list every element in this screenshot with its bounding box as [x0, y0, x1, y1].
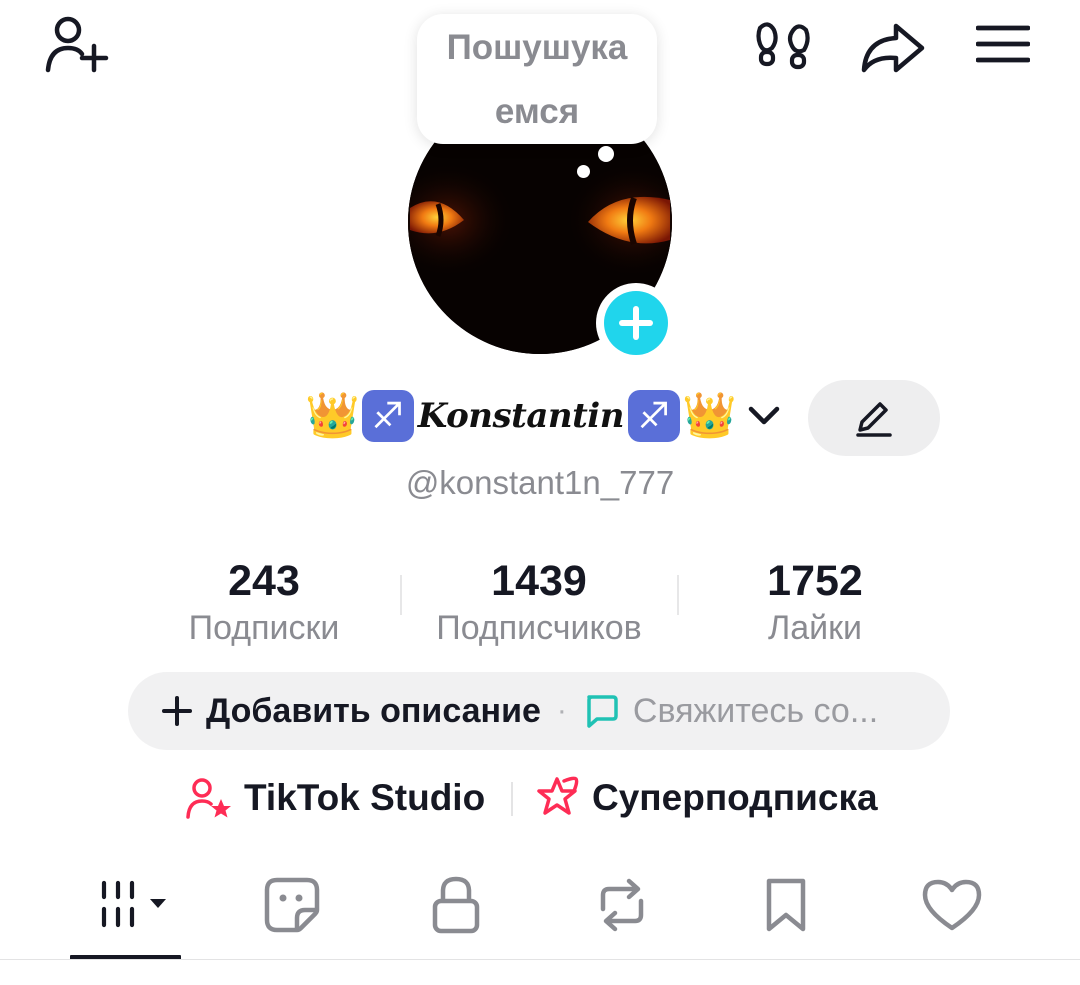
share-arrow-icon: [861, 23, 925, 73]
add-bio-button[interactable]: Добавить описание: [162, 692, 541, 731]
tiktok-studio-link[interactable]: TikTok Studio: [186, 772, 485, 824]
person-plus-icon: [45, 16, 109, 73]
add-story-button[interactable]: [596, 283, 676, 363]
tab-videos[interactable]: [90, 870, 180, 940]
separator-dot: ·: [556, 694, 567, 727]
rocket-star-icon: [537, 776, 579, 815]
bookmark-icon: [766, 878, 806, 932]
tab-private[interactable]: [420, 870, 492, 940]
profile-views-button[interactable]: [754, 22, 812, 72]
tab-liked[interactable]: [916, 870, 988, 940]
tab-stickers[interactable]: [256, 870, 328, 940]
hamburger-menu-icon: [976, 25, 1030, 63]
crown-emoji: 👑: [305, 390, 360, 441]
followers-count: 1439: [491, 557, 587, 605]
grid-icon: [101, 880, 166, 928]
stat-followers[interactable]: 1439 Подписчиков: [409, 556, 669, 652]
likes-count: 1752: [767, 557, 863, 605]
plus-circle: [604, 291, 668, 355]
crown-emoji: 👑: [681, 390, 737, 441]
lock-icon: [432, 876, 480, 934]
profile-links-row: TikTok Studio Суперподписка: [0, 772, 1080, 824]
sagittarius-emoji: ♐: [361, 390, 414, 442]
tab-reposts[interactable]: [586, 870, 658, 940]
display-name: Konstantin: [417, 396, 625, 436]
plus-icon: [162, 696, 192, 726]
sagittarius-emoji: ♐: [627, 390, 680, 442]
status-bubble-line1: Пошушука: [446, 28, 628, 67]
tabs-bottom-rule: [0, 959, 1080, 960]
bubble-tail-dot: [598, 146, 614, 162]
super-subscription-link[interactable]: Суперподписка: [534, 772, 878, 824]
stat-following[interactable]: 243 Подписки: [134, 556, 394, 652]
contact-button[interactable]: Свяжитесь со...: [583, 692, 878, 731]
chevron-down-icon[interactable]: [747, 405, 781, 427]
edit-profile-button[interactable]: [808, 380, 940, 456]
add-friend-button[interactable]: [44, 14, 110, 74]
following-label: Подписки: [188, 609, 340, 647]
tab-favorites[interactable]: [750, 870, 822, 940]
status-bubble-line2: емся: [494, 92, 580, 131]
pencil-icon: [856, 402, 892, 437]
display-name-row[interactable]: 👑 ♐ Konstantin ♐ 👑: [305, 386, 781, 446]
stat-divider: [677, 575, 679, 615]
links-divider: [511, 782, 513, 816]
following-count: 243: [228, 557, 300, 605]
heart-icon: [922, 879, 982, 931]
bubble-tail-dot: [577, 165, 590, 178]
add-bio-label: Добавить описание: [206, 691, 541, 730]
footprints-icon: [756, 22, 810, 70]
username: @konstant1n_777: [405, 464, 675, 501]
status-bubble[interactable]: Пошушука емся: [417, 14, 657, 144]
repost-icon: [600, 878, 644, 932]
bio-pill: Добавить описание · Свяжитесь со...: [128, 672, 950, 750]
person-star-icon: [186, 778, 231, 819]
sticker-icon: [264, 877, 320, 933]
stat-divider: [400, 575, 402, 615]
tiktok-studio-label: TikTok Studio: [244, 777, 486, 818]
plus-icon: [619, 306, 653, 340]
stat-likes[interactable]: 1752 Лайки: [685, 556, 945, 652]
contact-label: Свяжитесь со...: [632, 691, 879, 730]
super-subscription-label: Суперподписка: [592, 777, 878, 818]
followers-label: Подписчиков: [436, 609, 642, 647]
menu-button[interactable]: [976, 24, 1030, 64]
chat-bubble-icon: [587, 695, 618, 728]
share-profile-button[interactable]: [860, 22, 926, 74]
likes-label: Лайки: [767, 609, 863, 647]
